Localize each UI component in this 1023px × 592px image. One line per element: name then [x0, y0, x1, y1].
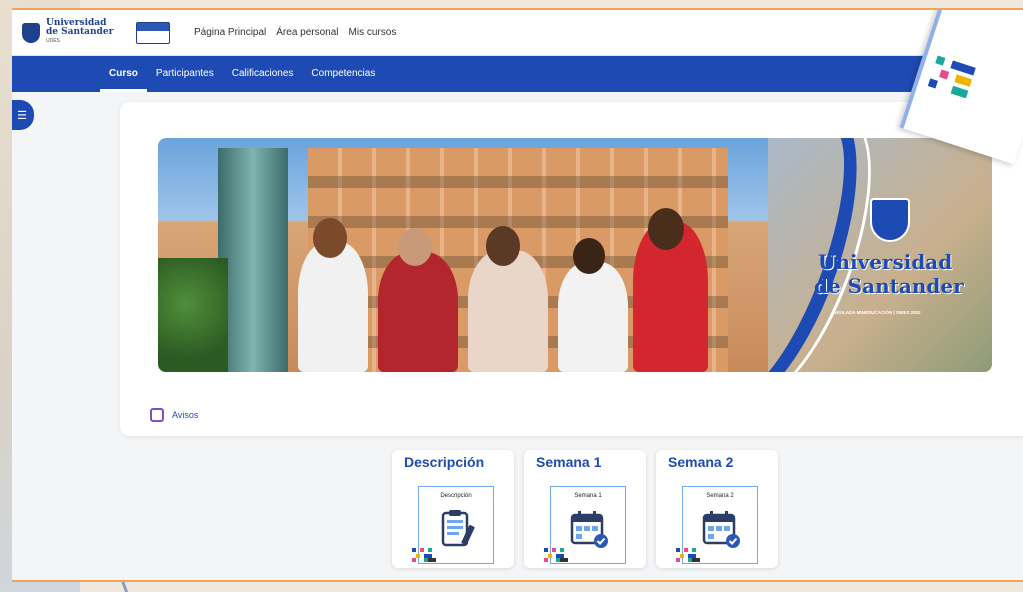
nav-link-my-courses[interactable]: Mis cursos [349, 27, 397, 38]
nav-link-home[interactable]: Página Principal [194, 27, 266, 38]
tab-course[interactable]: Curso [100, 68, 147, 92]
section-tile-title: Semana 2 [668, 454, 734, 470]
section-tile-description[interactable]: Descripción Descripción [392, 450, 514, 568]
tab-grades[interactable]: Calificaciones [223, 68, 303, 92]
top-navbar: Universidad de Santander UDES Página Pri… [12, 10, 1023, 56]
logo-text: Universidad de Santander UDES [46, 19, 113, 46]
crest-icon [22, 22, 40, 43]
course-index-toggle-button[interactable]: ☰ [12, 100, 34, 130]
student-head [313, 218, 347, 258]
section-tile-title: Semana 1 [536, 454, 602, 470]
announcements-link[interactable]: Avisos [150, 408, 198, 422]
banner-brand-line1: Universidad [818, 250, 953, 274]
section-tile-caption: Descripción [440, 493, 472, 499]
university-shield-icon [870, 198, 910, 242]
calendar-check-icon [570, 511, 608, 548]
course-banner-image: Universidad de Santander VIGILADA MINEDU… [158, 138, 992, 372]
pixel-decoration [412, 548, 440, 562]
section-tile-title: Descripción [404, 454, 485, 470]
student-head [486, 226, 520, 266]
student-figure [298, 242, 368, 372]
section-tile-week-2[interactable]: Semana 2 Semana 2 [656, 450, 778, 568]
pixel-decoration [544, 548, 572, 562]
section-tile-week-1[interactable]: Semana 1 Semana 1 [524, 450, 646, 568]
banner-brand-line2: de Santander [814, 274, 964, 298]
section-tiles: Descripción Descripción Semana 1 Semana … [392, 450, 778, 568]
accreditation-badge-icon [136, 21, 170, 44]
banner-tagline: VIGILADA MINEDUCACIÓN | SNIES 2832 [834, 310, 921, 315]
section-tile-caption: Semana 1 [574, 493, 602, 499]
students-graphic [268, 208, 708, 372]
student-figure [468, 250, 548, 372]
forum-icon [150, 408, 164, 422]
site-logo[interactable]: Universidad de Santander UDES [22, 16, 134, 50]
announcements-label[interactable]: Avisos [172, 410, 198, 420]
logo-line3: UDES [46, 38, 60, 44]
tree-graphic [158, 258, 228, 372]
clipboard-icon [441, 510, 475, 547]
course-secondary-navigation: Curso Participantes Calificaciones Compe… [12, 56, 1023, 92]
tab-participants[interactable]: Participantes [147, 68, 223, 92]
logo-line2: de Santander [46, 27, 114, 37]
student-head [573, 238, 605, 274]
primary-navigation: Página Principal Área personal Mis curso… [194, 27, 396, 38]
section-tile-caption: Semana 2 [706, 493, 734, 499]
student-figure [558, 262, 628, 372]
student-head [398, 228, 432, 266]
nav-link-personal-area[interactable]: Área personal [276, 27, 338, 38]
student-figure [378, 252, 458, 372]
corner-pixel-decoration [925, 55, 995, 113]
student-head [648, 208, 684, 250]
course-content-card: Universidad de Santander VIGILADA MINEDU… [120, 102, 1023, 436]
list-icon: ☰ [17, 109, 27, 122]
pixel-decoration [676, 548, 704, 562]
calendar-check-icon [702, 511, 740, 548]
tab-competencies[interactable]: Competencias [302, 68, 384, 92]
moodle-window: Universidad de Santander UDES Página Pri… [12, 8, 1023, 582]
